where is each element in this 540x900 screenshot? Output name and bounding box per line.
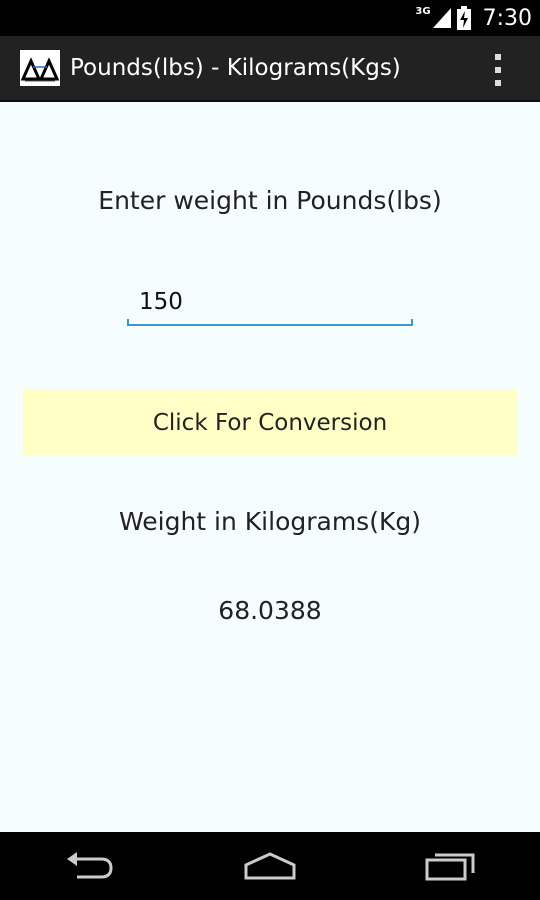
convert-button[interactable]: Click For Conversion [23,389,517,456]
input-underline [127,319,413,326]
result-value: 68.0388 [218,596,322,625]
back-button[interactable] [55,841,125,891]
home-icon [244,852,296,880]
battery-charging-icon [456,6,471,30]
signal-icon [432,8,451,28]
recent-apps-icon [425,853,475,881]
status-clock: 7:30 [482,5,532,31]
weight-input[interactable] [127,282,413,322]
action-bar: Pounds(lbs) - Kilograms(Kgs) [0,36,540,102]
result-label: Weight in Kilograms(Kg) [119,507,421,536]
status-icons: 3G 7:30 [415,0,532,36]
back-icon [67,852,113,879]
recent-apps-button[interactable] [415,841,485,891]
network-type-label: 3G [415,5,431,17]
app-title: Pounds(lbs) - Kilograms(Kgs) [70,55,401,81]
weight-input-container [127,282,413,326]
navigation-bar [0,832,540,900]
input-label: Enter weight in Pounds(lbs) [98,186,442,215]
app-logo-icon[interactable] [20,50,60,86]
overflow-menu-icon[interactable] [486,54,510,86]
status-bar: 3G 7:30 [0,0,540,36]
home-button[interactable] [235,841,305,891]
main-content: Enter weight in Pounds(lbs) Click For Co… [0,102,540,832]
